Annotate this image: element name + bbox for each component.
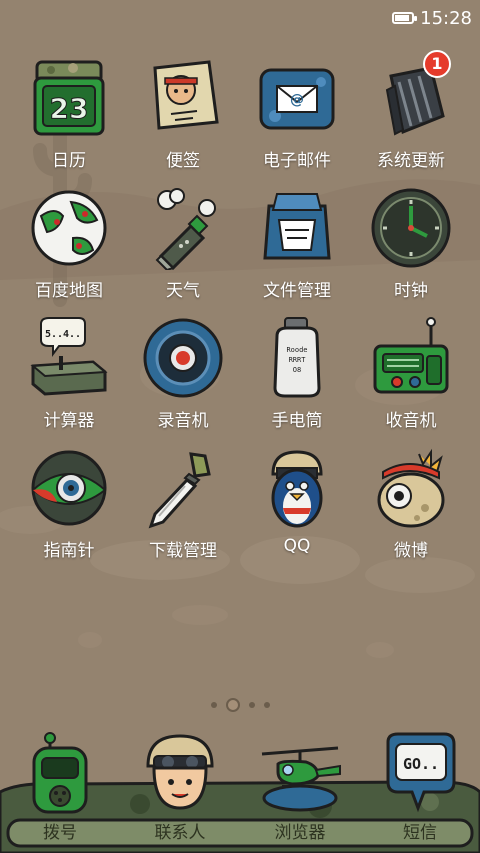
dock: 拨号 联系人 浏览器 GO.. 短信 [0,730,480,853]
status-time: 15:28 [420,7,472,29]
app-radio[interactable]: 收音机 [354,316,468,436]
app-weather[interactable]: 天气 [126,186,240,306]
app-download-manager[interactable]: 下载管理 [126,446,240,566]
app-label: 文件管理 [263,281,331,301]
status-bar: 15:28 [0,0,480,36]
app-label: 微博 [394,541,428,561]
app-email[interactable]: @ 电子邮件 [240,56,354,176]
battery-level-fill [395,15,410,21]
dock-label: 联系人 [154,823,206,843]
calculator-bubble-text: 5..4.. [45,329,81,340]
app-label: 收音机 [385,411,437,431]
app-label: 手电筒 [271,411,323,431]
dock-phone[interactable]: 拨号 [0,730,120,850]
svg-text:O8: O8 [293,366,301,374]
app-label: 便签 [166,151,200,171]
dock-label: 短信 [403,823,437,843]
soldier-contacts-icon [146,734,214,810]
qq-penguin-icon [271,450,323,528]
app-label: 计算器 [43,411,95,431]
svg-text:RRRT: RRRT [289,356,307,364]
dock-sms[interactable]: GO.. 短信 [360,730,480,850]
flashlight-grenade-icon: Roode RRRT O8 [273,317,321,398]
walkie-talkie-phone-icon [32,732,88,814]
radio-icon [373,317,449,394]
app-recorder[interactable]: 录音机 [126,316,240,436]
app-baidu-map[interactable]: 百度地图 [12,186,126,306]
detonator-calculator-icon: 5..4.. [30,317,108,396]
app-label: 百度地图 [35,281,103,301]
update-count-badge: 1 [423,50,451,78]
app-system-update[interactable]: 1 系统更新 [354,50,468,176]
recorder-icon [143,318,223,398]
globe-map-icon [31,190,107,266]
dock-browser[interactable]: 浏览器 [240,730,360,850]
app-label: 时钟 [394,281,428,301]
notepad-icon [153,60,219,130]
clock-icon [371,188,451,268]
app-label: 录音机 [157,411,209,431]
page-indicator [0,696,480,714]
backpack-files-icon [263,193,331,260]
page-dot[interactable] [248,702,255,708]
app-file-manager[interactable]: 文件管理 [240,186,354,306]
app-label: 电子邮件 [263,151,331,171]
speech-bubble-sms-icon: GO.. [386,732,456,813]
calendar-icon: 23 [33,60,105,136]
page-dot-active[interactable] [225,698,240,712]
app-weibo[interactable]: 微博 [354,446,468,566]
app-label: 下载管理 [149,541,217,561]
compass-eye-icon [31,450,107,526]
app-calculator[interactable]: 5..4.. 计算器 [12,316,126,436]
page-dot[interactable] [263,702,270,708]
app-calendar[interactable]: 23 日历 [12,56,126,176]
page-dot[interactable] [210,702,217,708]
calendar-day: 23 [50,92,89,125]
app-label: QQ [283,536,311,556]
email-icon: @ [259,68,335,130]
dock-label: 浏览器 [274,823,326,843]
weibo-eye-icon [377,448,445,528]
app-compass[interactable]: 指南针 [12,446,126,566]
sms-bubble-text: GO.. [403,755,439,773]
app-label: 指南针 [43,541,95,561]
svg-text:@: @ [290,92,304,108]
app-notes[interactable]: 便签 [126,56,240,176]
knife-download-icon [148,452,211,529]
app-qq[interactable]: QQ [240,446,354,566]
svg-text:Roode: Roode [286,346,307,354]
dock-label: 拨号 [43,823,77,843]
app-flashlight[interactable]: Roode RRRT O8 手电筒 [240,316,354,436]
grenade-weather-icon [155,188,216,270]
app-label: 天气 [166,281,200,301]
battery-icon [392,12,418,24]
app-label: 系统更新 [377,151,445,171]
helicopter-browser-icon [261,746,341,812]
dock-contacts[interactable]: 联系人 [120,730,240,850]
app-clock[interactable]: 时钟 [354,186,468,306]
app-label: 日历 [52,151,86,171]
